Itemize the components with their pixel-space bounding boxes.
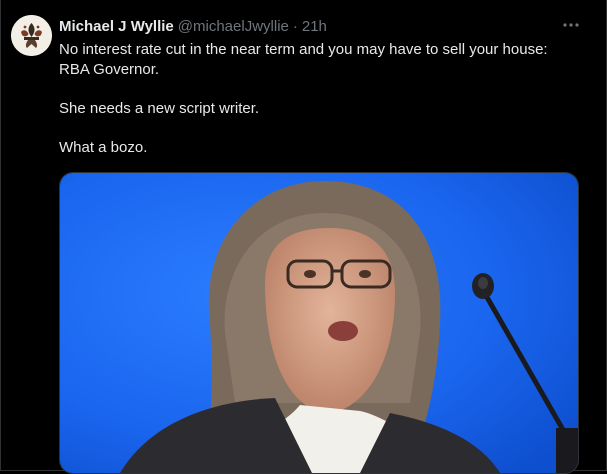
tweet-text: No interest rate cut in the near term an… <box>59 40 589 157</box>
more-horizontal-icon <box>563 23 579 27</box>
tweet-card[interactable]: Michael J Wyllie @michaelJwyllie · 21h N… <box>0 0 607 474</box>
author-name[interactable]: Michael J Wyllie <box>59 18 174 35</box>
tweet-text-line: No interest rate cut in the near term an… <box>59 41 548 58</box>
tweet-timestamp[interactable]: 21h <box>302 18 327 35</box>
author-handle[interactable]: @michaelJwyllie <box>178 18 289 35</box>
more-options-button[interactable] <box>562 16 580 34</box>
tweet-text-line: She needs a new script writer. <box>59 99 260 117</box>
tweet-text-line: RBA Governor. <box>59 60 160 78</box>
tweet-header: Michael J Wyllie @michaelJwyllie · 21h <box>59 16 576 36</box>
fleur-de-lis-icon <box>11 15 52 56</box>
tweet-photo[interactable] <box>59 172 579 474</box>
tweet-text-line: What a bozo. <box>59 138 148 156</box>
author-avatar[interactable] <box>11 15 52 56</box>
speaker-photo-illustration <box>60 173 578 473</box>
separator-dot: · <box>292 17 298 35</box>
